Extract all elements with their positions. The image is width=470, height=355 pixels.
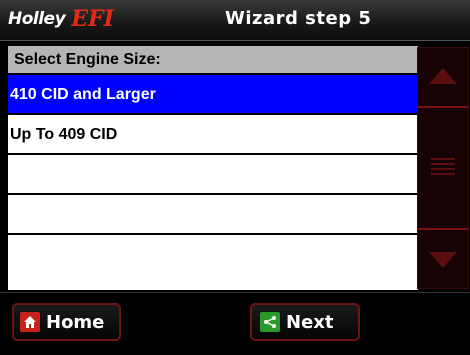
list-item-410-cid[interactable]: 410 CID and Larger	[8, 75, 418, 115]
list-item-409-cid[interactable]: Up To 409 CID	[8, 115, 418, 155]
list-item-empty[interactable]	[8, 155, 418, 195]
page-title: Wizard step 5	[225, 8, 372, 29]
list-heading: Select Engine Size:	[8, 46, 418, 75]
logo-efi-text: EFI	[71, 6, 114, 32]
home-button[interactable]: Home	[12, 303, 121, 341]
scroll-thumb[interactable]	[418, 108, 468, 228]
list-item-empty[interactable]	[8, 235, 418, 275]
engine-size-list: Select Engine Size: 410 CID and Larger U…	[6, 44, 420, 292]
holley-efi-logo: Holley EFI	[8, 6, 114, 32]
scrollbar[interactable]	[417, 47, 469, 289]
header-bar: Holley EFI Wizard step 5	[0, 0, 470, 41]
list-item-empty[interactable]	[8, 195, 418, 235]
share-icon	[260, 312, 280, 332]
home-button-label: Home	[46, 311, 105, 333]
next-button[interactable]: Next	[250, 303, 360, 341]
main-area: Select Engine Size: 410 CID and Larger U…	[0, 42, 470, 292]
footer-bar: Home Next	[0, 292, 470, 355]
arrow-down-icon[interactable]	[418, 228, 468, 288]
arrow-up-icon[interactable]	[418, 48, 468, 108]
logo-holley-text: Holley	[8, 9, 66, 29]
home-icon	[20, 312, 40, 332]
next-button-label: Next	[286, 311, 334, 333]
